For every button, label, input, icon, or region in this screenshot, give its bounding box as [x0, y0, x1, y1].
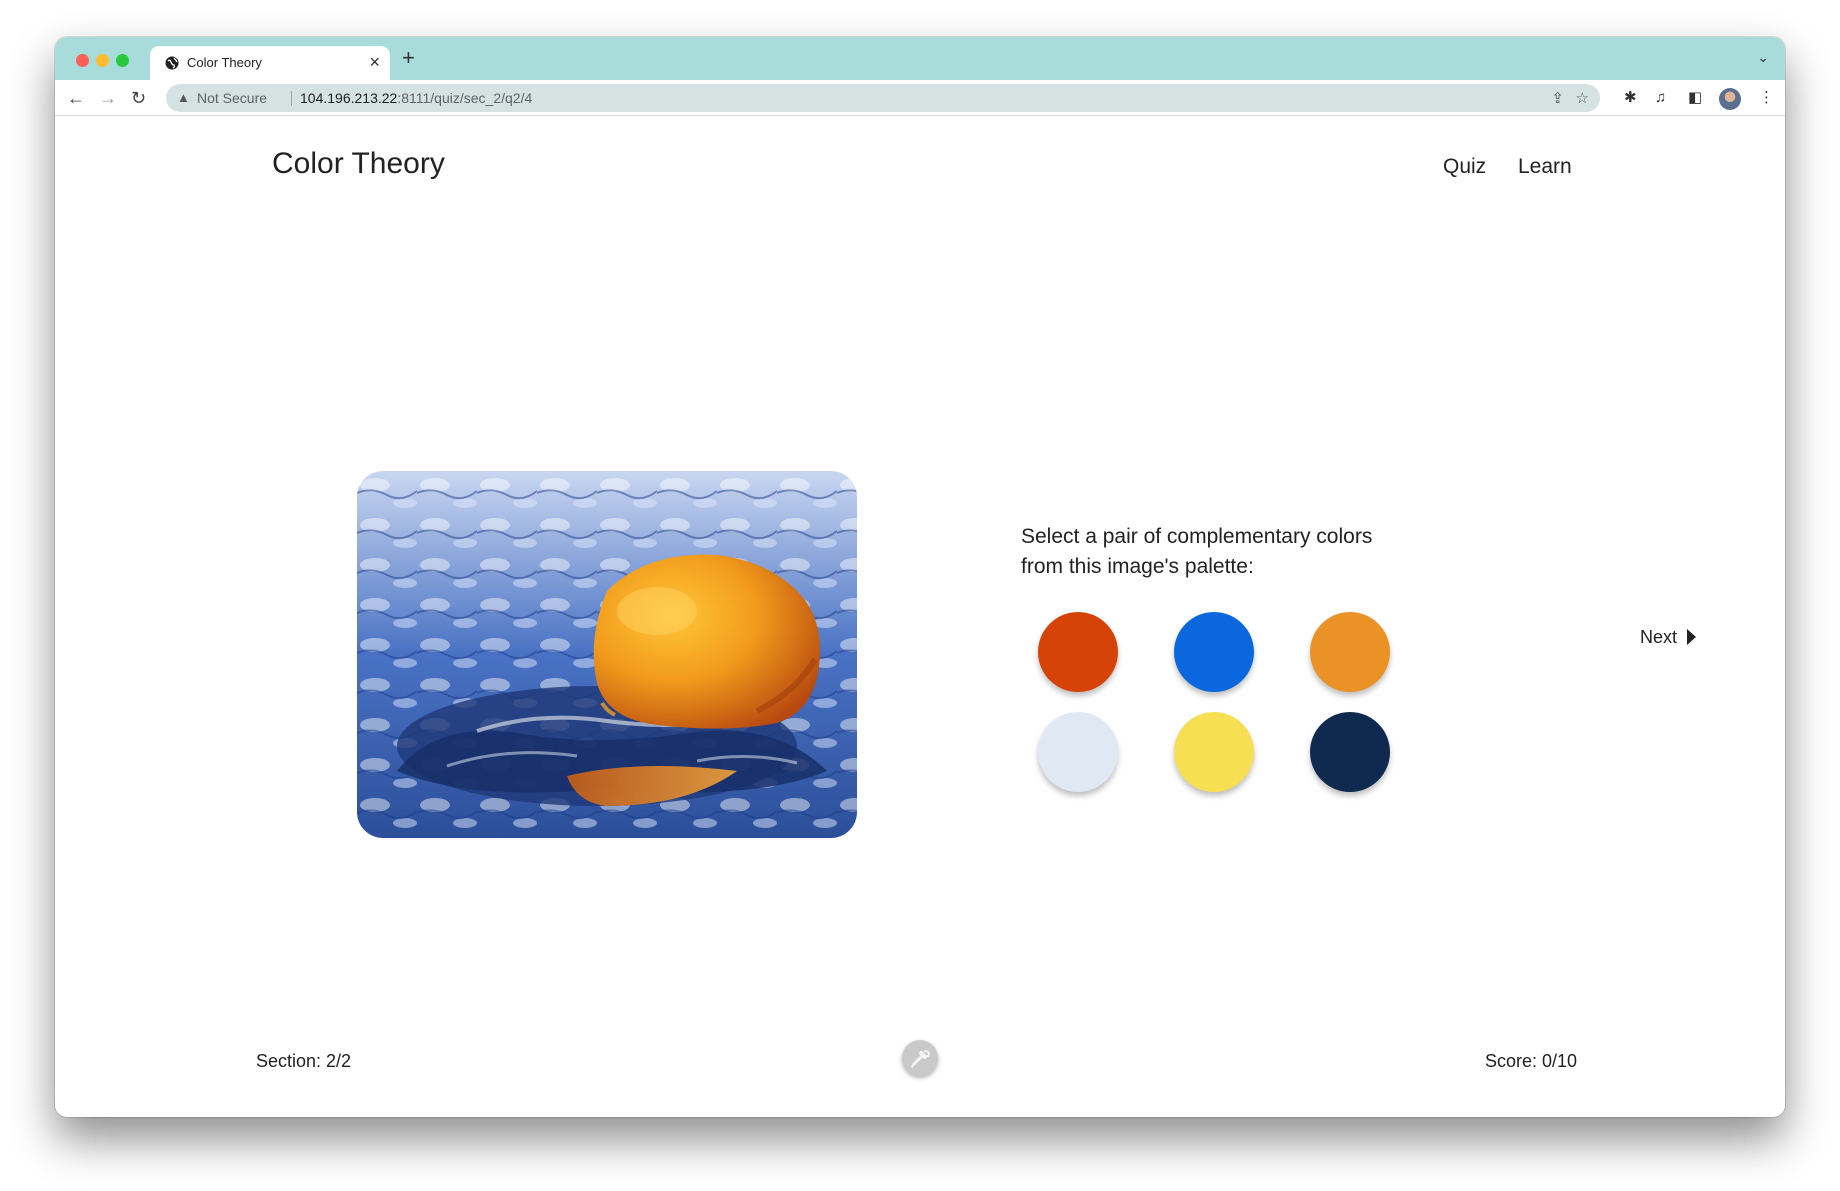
question-text: Select a pair of complementary colors fr…	[1021, 522, 1381, 582]
star-icon[interactable]: ☆	[1576, 89, 1589, 107]
side-panel-icon[interactable]: ◧	[1688, 88, 1702, 108]
url-text[interactable]: 104.196.213.22:8111/quiz/sec_2/q2/4	[300, 90, 532, 106]
quiz-artwork-image	[357, 471, 857, 838]
palette-swatch-1[interactable]	[1038, 612, 1118, 692]
palette-swatch-6[interactable]	[1310, 712, 1390, 792]
url-host: 104.196.213.22	[300, 90, 398, 106]
tab-title: Color Theory	[187, 55, 262, 70]
browser-tab[interactable]: Color Theory ×	[150, 46, 390, 80]
palette-swatch-4[interactable]	[1038, 712, 1118, 792]
tab-search-chevron-icon[interactable]: ⌄	[1757, 49, 1769, 66]
forward-arrow-icon[interactable]: →	[99, 86, 117, 110]
question-line-2: from this image's palette:	[1021, 555, 1254, 578]
avatar[interactable]	[1719, 88, 1741, 110]
score-indicator: Score: 0/10	[1485, 1051, 1578, 1071]
tab-strip: Color Theory × + ⌄	[55, 37, 1785, 80]
media-icon[interactable]: ♫	[1655, 88, 1666, 108]
next-label: Next	[1640, 627, 1678, 647]
section-indicator: Section: 2/2	[256, 1051, 352, 1071]
browser-window: Color Theory × + ⌄ ← → ↻ ▲ Not Secure 10…	[55, 37, 1785, 1117]
warning-icon[interactable]: ▲	[177, 90, 190, 105]
page-content: Color Theory Quiz Learn Select a pair of…	[55, 117, 1785, 1117]
site-title[interactable]: Color Theory	[272, 147, 445, 181]
palette-swatch-3[interactable]	[1310, 612, 1390, 692]
eyedropper-button[interactable]	[902, 1040, 938, 1076]
security-label[interactable]: Not Secure	[197, 90, 267, 106]
nav-learn-link[interactable]: Learn	[1518, 155, 1572, 179]
eyedropper-icon	[911, 1050, 930, 1068]
extensions-icon[interactable]: ✱	[1624, 88, 1637, 108]
url-path: :8111/quiz/sec_2/q2/4	[397, 90, 533, 106]
kebab-menu-icon[interactable]: ⋮	[1759, 88, 1774, 108]
reload-icon[interactable]: ↻	[131, 86, 146, 110]
palette-swatch-2[interactable]	[1174, 612, 1254, 692]
minimize-window-button[interactable]	[96, 54, 109, 67]
globe-icon	[165, 56, 179, 70]
new-tab-button[interactable]: +	[402, 46, 415, 70]
zoom-window-button[interactable]	[116, 54, 129, 67]
play-arrow-icon	[1687, 629, 1697, 645]
tab-close-icon[interactable]: ×	[369, 51, 380, 73]
address-bar[interactable]: ▲ Not Secure 104.196.213.22:8111/quiz/se…	[166, 84, 1600, 112]
browser-toolbar: ← → ↻ ▲ Not Secure 104.196.213.22:8111/q…	[55, 80, 1785, 116]
nav-quiz-link[interactable]: Quiz	[1443, 155, 1486, 179]
question-line-1: Select a pair of complementary colors	[1021, 525, 1373, 548]
next-button[interactable]: Next	[1640, 627, 1697, 648]
palette-swatch-5[interactable]	[1174, 712, 1254, 792]
back-arrow-icon[interactable]: ←	[67, 86, 85, 110]
close-window-button[interactable]	[76, 54, 89, 67]
omnibox-divider	[291, 91, 292, 106]
share-icon[interactable]: ⇪	[1551, 89, 1564, 107]
